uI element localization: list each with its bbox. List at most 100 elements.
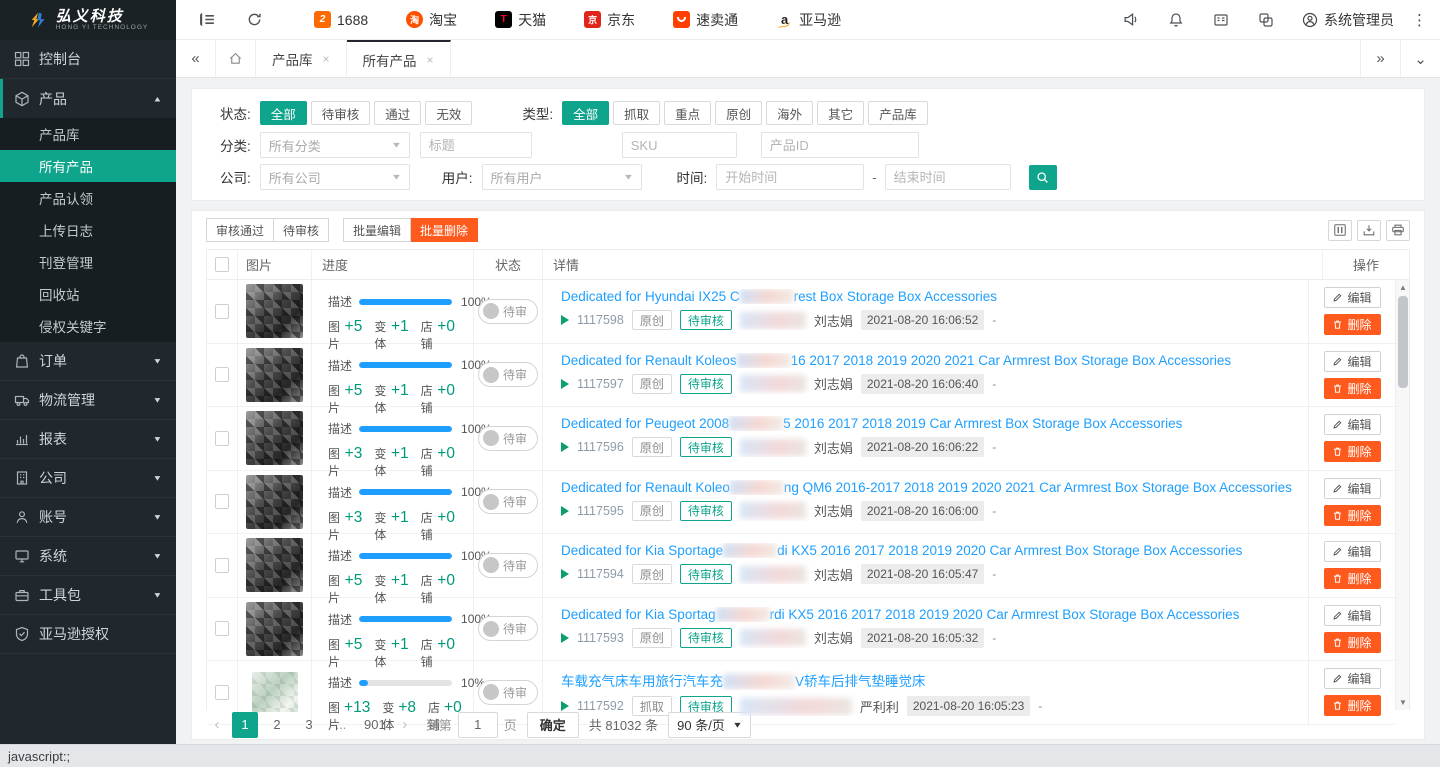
sidebar-item-订单[interactable]: 订单▼	[0, 342, 176, 381]
edit-button[interactable]: 编辑	[1324, 541, 1381, 562]
product-image[interactable]	[246, 538, 303, 592]
edit-button[interactable]: 编辑	[1324, 414, 1381, 435]
platform-tab-淘宝[interactable]: 淘淘宝	[387, 0, 476, 40]
vertical-scrollbar[interactable]: ▲ ▼	[1395, 280, 1409, 710]
close-tab-icon[interactable]: ×	[323, 52, 330, 66]
edit-button[interactable]: 编辑	[1324, 287, 1381, 308]
sku-input[interactable]	[622, 132, 737, 158]
edit-button[interactable]: 编辑	[1324, 478, 1381, 499]
product-id-input[interactable]	[761, 132, 919, 158]
play-icon[interactable]	[561, 442, 569, 452]
export-icon[interactable]	[1357, 220, 1381, 241]
page-tab-产品库[interactable]: 产品库×	[256, 40, 347, 77]
start-time-input[interactable]	[716, 164, 864, 190]
type-filter-重点[interactable]: 重点	[664, 101, 711, 125]
select-all-checkbox[interactable]	[215, 257, 229, 272]
status-filter-通过[interactable]: 通过	[374, 101, 421, 125]
row-checkbox[interactable]	[215, 685, 229, 700]
row-checkbox[interactable]	[215, 621, 229, 636]
batch-delete-button[interactable]: 批量删除	[411, 218, 478, 242]
submenu-item-侵权关键字[interactable]: 侵权关键字	[0, 310, 176, 342]
end-time-input[interactable]	[885, 164, 1011, 190]
product-image[interactable]	[246, 475, 303, 529]
refresh-icon[interactable]	[245, 11, 263, 29]
product-title-link[interactable]: 车载充气床车用旅行汽车充V轿车后排气垫睡觉床	[561, 670, 1296, 690]
sidebar-item-公司[interactable]: 公司▼	[0, 459, 176, 498]
tabs-menu-icon[interactable]: ⌄	[1400, 40, 1440, 77]
play-icon[interactable]	[561, 569, 569, 579]
company-select[interactable]: 所有公司▼	[260, 164, 410, 190]
goto-page-input[interactable]	[458, 712, 498, 738]
edit-button[interactable]: 编辑	[1324, 668, 1381, 689]
status-filter-无效[interactable]: 无效	[425, 101, 472, 125]
notification-bell-icon[interactable]	[1167, 11, 1185, 29]
type-filter-抓取[interactable]: 抓取	[613, 101, 660, 125]
play-icon[interactable]	[561, 506, 569, 516]
status-filter-待审核[interactable]: 待审核	[311, 101, 371, 125]
play-icon[interactable]	[561, 315, 569, 325]
page-button-3[interactable]: 3	[296, 712, 322, 738]
announcement-icon[interactable]	[1122, 11, 1140, 29]
delete-button[interactable]: 删除	[1324, 568, 1381, 589]
approve-button[interactable]: 审核通过	[206, 218, 274, 242]
product-title-link[interactable]: Dedicated for Renault Koleos16 2017 2018…	[561, 353, 1296, 368]
sidebar-item-控制台[interactable]: 控制台	[0, 40, 176, 79]
sidebar-item-系统[interactable]: 系统▼	[0, 537, 176, 576]
delete-button[interactable]: 删除	[1324, 314, 1381, 335]
home-tab[interactable]	[216, 40, 256, 77]
column-setting-icon[interactable]	[1328, 220, 1352, 241]
page-button-1[interactable]: 1	[232, 712, 258, 738]
row-checkbox[interactable]	[215, 431, 229, 446]
platform-tab-速卖通[interactable]: 速卖通	[654, 0, 757, 40]
play-icon[interactable]	[561, 633, 569, 643]
title-input[interactable]	[420, 132, 532, 158]
close-tab-icon[interactable]: ×	[427, 53, 434, 67]
play-icon[interactable]	[561, 379, 569, 389]
platform-tab-亚马逊[interactable]: a亚马逊	[757, 0, 860, 40]
platform-tab-京东[interactable]: 京京东	[565, 0, 654, 40]
product-image[interactable]	[246, 602, 303, 656]
sidebar-item-物流管理[interactable]: 物流管理▼	[0, 381, 176, 420]
submenu-item-回收站[interactable]: 回收站	[0, 278, 176, 310]
sidebar-item-工具包[interactable]: 工具包▼	[0, 576, 176, 615]
status-filter-全部[interactable]: 全部	[260, 101, 307, 125]
submenu-item-所有产品[interactable]: 所有产品	[0, 150, 176, 182]
user-select[interactable]: 所有用户▼	[482, 164, 642, 190]
submenu-item-刊登管理[interactable]: 刊登管理	[0, 246, 176, 278]
type-filter-产品库[interactable]: 产品库	[868, 101, 928, 125]
page-size-select[interactable]: 90 条/页▼	[668, 712, 751, 738]
row-checkbox[interactable]	[215, 494, 229, 509]
delete-button[interactable]: 删除	[1324, 505, 1381, 526]
product-image[interactable]	[246, 348, 303, 402]
category-select[interactable]: 所有分类▼	[260, 132, 410, 158]
product-title-link[interactable]: Dedicated for Peugeot 20085 2016 2017 20…	[561, 416, 1296, 431]
type-filter-海外[interactable]: 海外	[766, 101, 813, 125]
set-pending-button[interactable]: 待审核	[274, 218, 329, 242]
product-title-link[interactable]: Dedicated for Kia Sportagrdi KX5 2016 20…	[561, 607, 1296, 622]
sidebar-item-报表[interactable]: 报表▼	[0, 420, 176, 459]
scrollbar-thumb[interactable]	[1398, 296, 1408, 388]
edit-button[interactable]: 编辑	[1324, 605, 1381, 626]
tabs-scroll-right-icon[interactable]: »	[1360, 40, 1400, 77]
product-title-link[interactable]: Dedicated for Hyundai IX25 Crest Box Sto…	[561, 289, 1296, 304]
submenu-item-产品认领[interactable]: 产品认领	[0, 182, 176, 214]
type-filter-其它[interactable]: 其它	[817, 101, 864, 125]
sidebar-item-产品[interactable]: 产品▲	[0, 79, 176, 118]
product-image[interactable]	[246, 411, 303, 465]
row-checkbox[interactable]	[215, 304, 229, 319]
print-icon[interactable]	[1386, 220, 1410, 241]
row-checkbox[interactable]	[215, 367, 229, 382]
delete-button[interactable]: 删除	[1324, 632, 1381, 653]
delete-button[interactable]: 删除	[1324, 441, 1381, 462]
submenu-item-产品库[interactable]: 产品库	[0, 118, 176, 150]
edit-button[interactable]: 编辑	[1324, 351, 1381, 372]
menu-fold-icon[interactable]	[198, 11, 216, 29]
type-filter-原创[interactable]: 原创	[715, 101, 762, 125]
product-title-link[interactable]: Dedicated for Kia Sportagedi KX5 2016 20…	[561, 543, 1296, 558]
scroll-up-icon[interactable]: ▲	[1396, 280, 1410, 295]
app-panel-icon[interactable]	[1212, 11, 1230, 29]
page-tab-所有产品[interactable]: 所有产品×	[347, 40, 451, 77]
sidebar-item-账号[interactable]: 账号▼	[0, 498, 176, 537]
product-title-link[interactable]: Dedicated for Renault Koleong QM6 2016-2…	[561, 480, 1296, 495]
delete-button[interactable]: 删除	[1324, 378, 1381, 399]
